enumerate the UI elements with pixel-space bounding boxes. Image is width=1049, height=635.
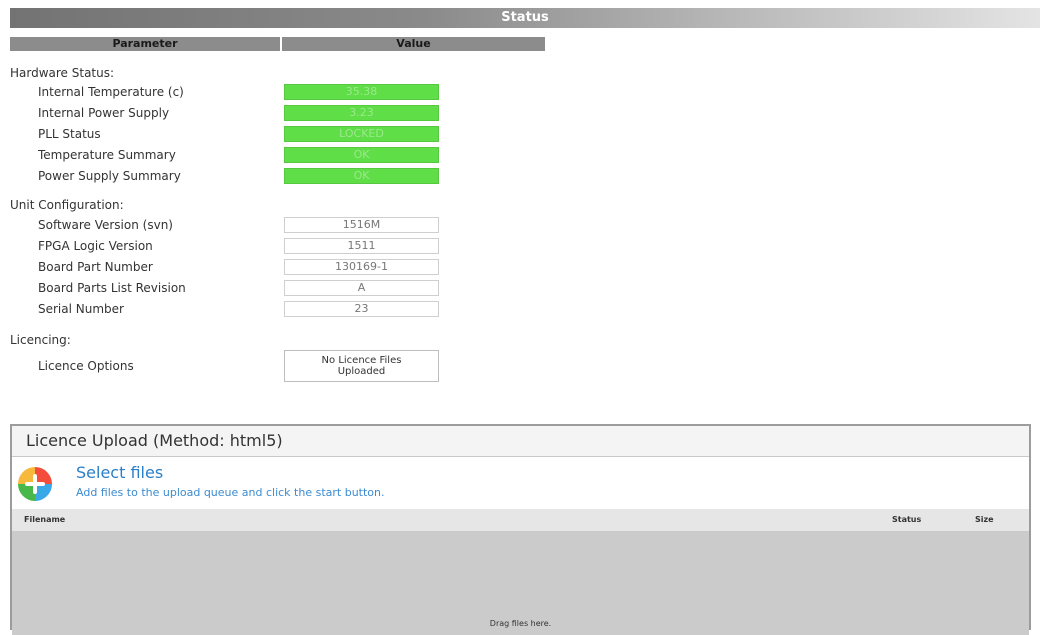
licence-upload-title: Licence Upload (Method: html5): [12, 426, 1029, 457]
param-fpga-logic-version: FPGA Logic Version: [38, 239, 153, 253]
param-internal-temperature: Internal Temperature (c): [38, 85, 184, 99]
licencing-label: Licencing:: [10, 333, 71, 347]
param-software-version: Software Version (svn): [38, 218, 173, 232]
licence-upload-panel: Licence Upload (Method: html5) Select fi…: [10, 424, 1031, 635]
value-fpga-logic-version: 1511: [284, 238, 439, 254]
select-files-area[interactable]: Select files Add files to the upload que…: [12, 457, 1029, 509]
parameter-column-header: Parameter: [10, 37, 280, 51]
file-list-header: Filename Status Size: [12, 509, 1029, 531]
param-board-part-number: Board Part Number: [38, 260, 153, 274]
param-board-parts-list-revision: Board Parts List Revision: [38, 281, 186, 295]
param-pll-status: PLL Status: [38, 127, 101, 141]
select-files-button[interactable]: Select files: [76, 463, 163, 482]
value-board-parts-list-revision: A: [284, 280, 439, 296]
param-power-supply-summary: Power Supply Summary: [38, 169, 181, 183]
size-column-header: Size: [975, 515, 994, 524]
unit-configuration-label: Unit Configuration:: [10, 198, 124, 212]
licence-options-line-1: No Licence Files: [321, 355, 402, 366]
licence-options-line-2: Uploaded: [337, 366, 386, 377]
param-temperature-summary: Temperature Summary: [38, 148, 176, 162]
status-column-header: Status: [892, 515, 922, 524]
value-column-header: Value: [282, 37, 545, 51]
value-serial-number: 23: [284, 301, 439, 317]
param-internal-power-supply: Internal Power Supply: [38, 106, 170, 120]
value-temperature-summary: OK: [284, 147, 439, 163]
value-licence-options: No Licence Files Uploaded: [284, 350, 439, 382]
param-licence-options: Licence Options: [38, 359, 134, 373]
hardware-status-label: Hardware Status:: [10, 66, 115, 80]
status-header: Status: [10, 8, 1040, 28]
value-power-supply-summary: OK: [284, 168, 439, 184]
value-pll-status: LOCKED: [284, 126, 439, 142]
filename-column-header: Filename: [24, 515, 66, 524]
drop-zone-hint: Drag files here.: [489, 619, 552, 628]
value-board-part-number: 130169-1: [284, 259, 439, 275]
select-files-hint: Add files to the upload queue and click …: [76, 486, 385, 499]
value-software-version: 1516M: [284, 217, 439, 233]
value-internal-temperature: 35.38: [284, 84, 439, 100]
param-serial-number: Serial Number: [38, 302, 124, 316]
add-files-icon[interactable]: [18, 467, 52, 501]
value-internal-power-supply: 3.23: [284, 105, 439, 121]
file-drop-zone[interactable]: Drag files here.: [12, 531, 1029, 635]
